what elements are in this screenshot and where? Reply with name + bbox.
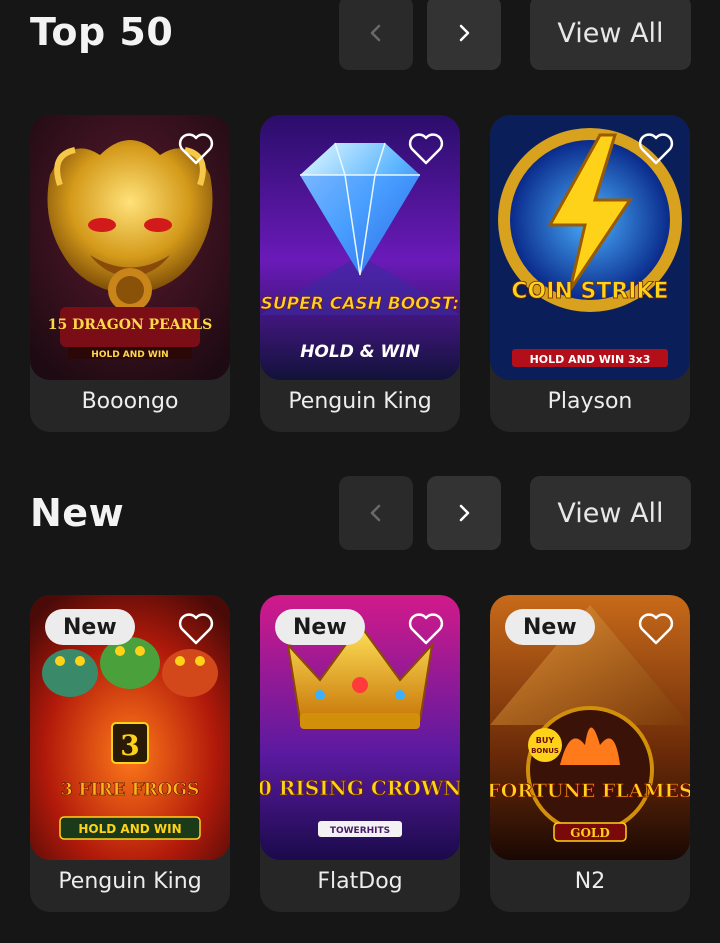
view-all-button[interactable]: View All bbox=[530, 476, 691, 550]
game-card[interactable]: COIN STRIKE HOLD AND WIN 3x3 Playson bbox=[490, 115, 690, 432]
section-title: New bbox=[30, 491, 125, 535]
new-badge: New bbox=[505, 609, 595, 645]
next-button[interactable] bbox=[427, 0, 501, 70]
provider-name: FlatDog bbox=[317, 869, 403, 894]
art-title: SUPER CASH BOOST: bbox=[261, 294, 460, 314]
art-sub: HOLD & WIN bbox=[300, 342, 420, 362]
next-button[interactable] bbox=[427, 476, 501, 550]
art-title: 40 RISING CROWNS bbox=[260, 776, 460, 800]
game-card[interactable]: BUY BONUS FORTUNE FLAMES GOLD New N2 bbox=[490, 595, 690, 912]
art-sub: TOWERHITS bbox=[330, 826, 390, 836]
art-title: FORTUNE FLAMES bbox=[490, 780, 690, 802]
provider-name: Penguin King bbox=[58, 869, 202, 894]
svg-text:BUY: BUY bbox=[536, 736, 555, 745]
game-card[interactable]: SUPER CASH BOOST: HOLD & WIN Penguin Kin… bbox=[260, 115, 460, 432]
heart-outline-icon[interactable] bbox=[636, 609, 676, 649]
art-title: 15 DRAGON PEARLS bbox=[48, 317, 212, 333]
chevron-right-icon bbox=[459, 24, 470, 42]
art-sub: HOLD AND WIN bbox=[78, 822, 181, 836]
provider-name: Booongo bbox=[81, 389, 179, 414]
prev-button[interactable] bbox=[339, 0, 413, 70]
heart-outline-icon[interactable] bbox=[406, 609, 446, 649]
svg-text:BONUS: BONUS bbox=[531, 747, 559, 755]
section-title: Top 50 bbox=[30, 10, 174, 54]
provider-name: N2 bbox=[574, 869, 606, 894]
game-card[interactable]: 40 RISING CROWNS TOWERHITS New FlatDog bbox=[260, 595, 460, 912]
heart-outline-icon[interactable] bbox=[636, 129, 676, 169]
game-card[interactable]: 3 3 FIRE FROGS HOLD AND WIN New Penguin … bbox=[30, 595, 230, 912]
art-sub: HOLD AND WIN bbox=[91, 350, 168, 360]
art-sub: GOLD bbox=[570, 826, 610, 840]
chevron-right-icon bbox=[459, 504, 470, 522]
chevron-left-icon bbox=[370, 504, 381, 522]
heart-outline-icon[interactable] bbox=[176, 129, 216, 169]
art-title: 3 FIRE FROGS bbox=[61, 780, 200, 800]
new-badge: New bbox=[275, 609, 365, 645]
heart-outline-icon[interactable] bbox=[176, 609, 216, 649]
view-all-button[interactable]: View All bbox=[530, 0, 691, 70]
heart-outline-icon[interactable] bbox=[406, 129, 446, 169]
art-title: COIN STRIKE bbox=[511, 279, 668, 304]
provider-name: Penguin King bbox=[288, 389, 432, 414]
chevron-left-icon bbox=[370, 24, 381, 42]
new-badge: New bbox=[45, 609, 135, 645]
provider-name: Playson bbox=[547, 389, 633, 414]
game-card[interactable]: 15 DRAGON PEARLS HOLD AND WIN Booongo bbox=[30, 115, 230, 432]
svg-text:3: 3 bbox=[120, 729, 139, 762]
art-sub: HOLD AND WIN 3x3 bbox=[530, 353, 651, 366]
prev-button[interactable] bbox=[339, 476, 413, 550]
